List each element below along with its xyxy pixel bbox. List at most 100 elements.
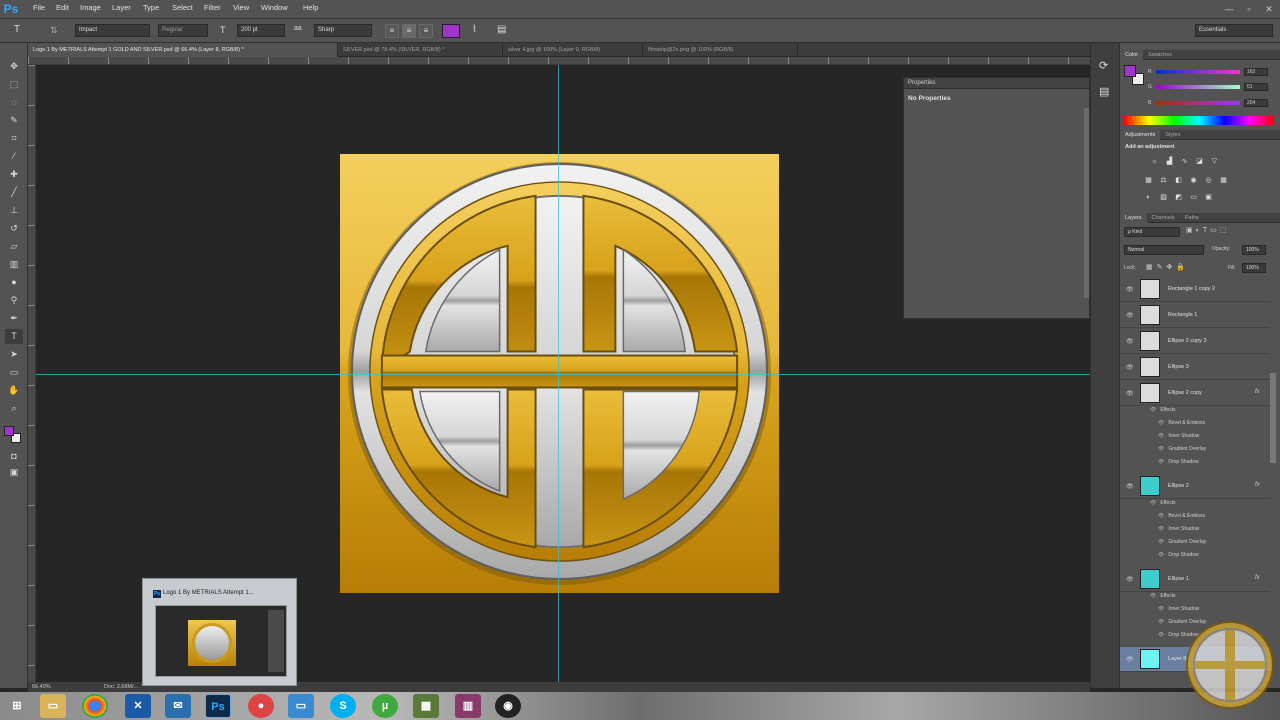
layer-name[interactable]: Rectangle 1 copy 2 xyxy=(1168,286,1215,292)
character-panel-icon[interactable]: ▤ xyxy=(497,24,506,35)
layer-effects-icon[interactable]: fx xyxy=(1255,482,1260,488)
layer-filter-icons[interactable]: ▣◐T▭⬚ xyxy=(1186,226,1229,234)
chrome-icon[interactable] xyxy=(82,694,108,718)
menu-select[interactable]: Select xyxy=(172,3,193,12)
menu-file[interactable]: File xyxy=(33,3,45,12)
maximize-button[interactable]: ▫ xyxy=(1240,2,1258,16)
layer-visibility-eye-icon[interactable]: 👁 xyxy=(1126,338,1134,345)
healing-brush-tool-icon[interactable]: ✚ xyxy=(5,167,23,182)
menu-edit[interactable]: Edit xyxy=(56,3,69,12)
toggle-orientation-icon[interactable]: ⇅ xyxy=(50,25,58,36)
tab-swatches[interactable]: Swatches xyxy=(1143,50,1177,60)
outlook-icon[interactable]: ✉ xyxy=(165,694,191,718)
vibrance-icon[interactable]: ▽ xyxy=(1210,157,1219,166)
properties-scrollbar[interactable] xyxy=(1084,108,1089,298)
layer-visibility-eye-icon[interactable]: 👁 xyxy=(1126,576,1134,583)
curves-icon[interactable]: ∿ xyxy=(1180,157,1189,166)
hue-saturation-icon[interactable]: ▦ xyxy=(1144,176,1153,185)
quick-mask-icon[interactable]: ◘ xyxy=(5,449,23,464)
layer-name[interactable]: Ellipse 2 xyxy=(1168,483,1189,489)
color-lookup-icon[interactable]: ▦ xyxy=(1219,176,1228,185)
layer-visibility-eye-icon[interactable]: 👁 xyxy=(1126,390,1134,397)
layer-name[interactable]: Ellipse 3 xyxy=(1168,364,1189,370)
zoom-tool-icon[interactable]: ⌕ xyxy=(5,401,23,416)
media-player-icon[interactable]: ● xyxy=(248,694,274,718)
eraser-tool-icon[interactable]: ▱ xyxy=(5,239,23,254)
layer-name[interactable]: Ellipse 2 copy 3 xyxy=(1168,338,1207,344)
horizontal-ruler[interactable] xyxy=(28,57,1090,65)
utorrent-icon[interactable]: µ xyxy=(372,694,398,718)
menu-help[interactable]: Help xyxy=(303,3,318,12)
invert-icon[interactable]: ◐ xyxy=(1144,193,1153,202)
doc-tab[interactable]: SILVER.psd @ 78.4% (SILVER, RGB/8) * xyxy=(338,43,503,57)
vertical-ruler[interactable] xyxy=(28,65,36,682)
align-right-button[interactable]: ≡ xyxy=(419,24,433,38)
text-color-swatch[interactable] xyxy=(442,24,460,38)
align-center-button[interactable]: ≡ xyxy=(402,24,416,38)
layer-effect-item[interactable]: 👁 Drop Shadow xyxy=(1158,459,1199,465)
layer-effect-item[interactable]: 👁 Inner Shadow xyxy=(1158,606,1199,612)
exposure-icon[interactable]: ◪ xyxy=(1195,157,1204,166)
pen-tool-icon[interactable]: ✒ xyxy=(5,311,23,326)
layer-row[interactable]: 👁 Rectangle 1 xyxy=(1120,303,1270,328)
photo-filter-icon[interactable]: ◉ xyxy=(1189,176,1198,185)
tab-layers[interactable]: Layers xyxy=(1120,213,1147,223)
layer-visibility-eye-icon[interactable]: 👁 xyxy=(1126,286,1134,293)
menu-view[interactable]: View xyxy=(233,3,249,12)
tab-adjustments[interactable]: Adjustments xyxy=(1120,130,1161,140)
layer-effect-item[interactable]: 👁 Gradient Overlay xyxy=(1158,539,1206,545)
tab-color[interactable]: Color xyxy=(1120,50,1144,60)
font-style-select[interactable]: Regular xyxy=(158,24,208,37)
dodge-tool-icon[interactable]: ⚲ xyxy=(5,293,23,308)
doc-tab[interactable]: silver 4.jpg @ 100% (Layer 0, RGB/8) xyxy=(503,43,643,57)
layer-visibility-eye-icon[interactable]: 👁 xyxy=(1126,656,1134,663)
screen-mode-icon[interactable]: ▣ xyxy=(5,465,23,480)
properties-panel-title[interactable]: Properties xyxy=(904,78,1089,89)
close-button[interactable]: ✕ xyxy=(1260,2,1278,16)
minecraft-icon[interactable]: ▩ xyxy=(413,694,439,718)
tab-channels[interactable]: Channels xyxy=(1147,213,1180,223)
color-foreground-swatch[interactable] xyxy=(1124,65,1136,77)
posterize-icon[interactable]: ▨ xyxy=(1159,193,1168,202)
threshold-icon[interactable]: ◩ xyxy=(1174,193,1183,202)
layer-effect-item[interactable]: 👁 Inner Shadow xyxy=(1158,433,1199,439)
taskbar-thumbnail-preview[interactable]: Ps Logo 1 By METRIALS Attempt 1... xyxy=(142,578,297,686)
move-tool-icon[interactable]: ✥ xyxy=(5,59,23,74)
menu-filter[interactable]: Filter xyxy=(204,3,221,12)
app-x-icon[interactable]: ✕ xyxy=(125,694,151,718)
levels-icon[interactable]: ▟ xyxy=(1165,157,1174,166)
brightness-contrast-icon[interactable]: ☼ xyxy=(1150,157,1159,166)
layer-name[interactable]: Ellipse 1 xyxy=(1168,576,1189,582)
font-family-select[interactable]: Impact xyxy=(75,24,150,37)
green-slider[interactable]: G 51 xyxy=(1124,83,1274,91)
skype-icon[interactable]: S xyxy=(330,694,356,718)
brush-tool-icon[interactable]: ╱ xyxy=(5,185,23,200)
selective-color-icon[interactable]: ▣ xyxy=(1204,193,1213,202)
photoshop-taskbar-icon[interactable]: Ps xyxy=(205,694,231,718)
layer-row[interactable]: 👁 Ellipse 2 copy fx xyxy=(1120,381,1270,406)
layer-effect-item[interactable]: 👁 Gradient Overlay xyxy=(1158,446,1206,452)
layer-row[interactable]: 👁 Ellipse 2 fx xyxy=(1120,474,1270,499)
layer-kind-filter[interactable]: ρ Kind xyxy=(1124,227,1180,237)
obs-icon[interactable]: ◉ xyxy=(495,694,521,718)
blue-slider[interactable]: B 204 xyxy=(1124,99,1274,107)
layer-row[interactable]: 👁 Rectangle 1 copy 2 xyxy=(1120,277,1270,302)
layer-effect-item[interactable]: 👁 Drop Shadow xyxy=(1158,552,1199,558)
blend-mode-select[interactable]: Normal xyxy=(1124,245,1204,255)
layer-effects-icon[interactable]: fx xyxy=(1255,389,1260,395)
history-panel-icon[interactable]: ⟳ xyxy=(1099,59,1108,72)
layers-scrollbar[interactable] xyxy=(1270,373,1276,463)
menu-layer[interactable]: Layer xyxy=(112,3,131,12)
lock-icons[interactable]: ▦✎✥🔒 xyxy=(1146,263,1189,271)
align-left-button[interactable]: ≡ xyxy=(385,24,399,38)
minimize-button[interactable]: — xyxy=(1220,2,1238,16)
antialias-select[interactable]: Sharp xyxy=(314,24,372,37)
crop-tool-icon[interactable]: ⌗ xyxy=(5,131,23,146)
layer-row[interactable]: 👁 Ellipse 3 xyxy=(1120,355,1270,380)
layer-row[interactable]: 👁 Ellipse 2 copy 3 xyxy=(1120,329,1270,354)
properties-panel-icon[interactable]: ▤ xyxy=(1099,85,1109,98)
layer-visibility-eye-icon[interactable]: 👁 xyxy=(1126,483,1134,490)
gradient-tool-icon[interactable]: ▥ xyxy=(5,257,23,272)
marquee-tool-icon[interactable]: ⬚ xyxy=(5,77,23,92)
layer-effect-item[interactable]: 👁 Bevel & Emboss xyxy=(1158,420,1205,426)
